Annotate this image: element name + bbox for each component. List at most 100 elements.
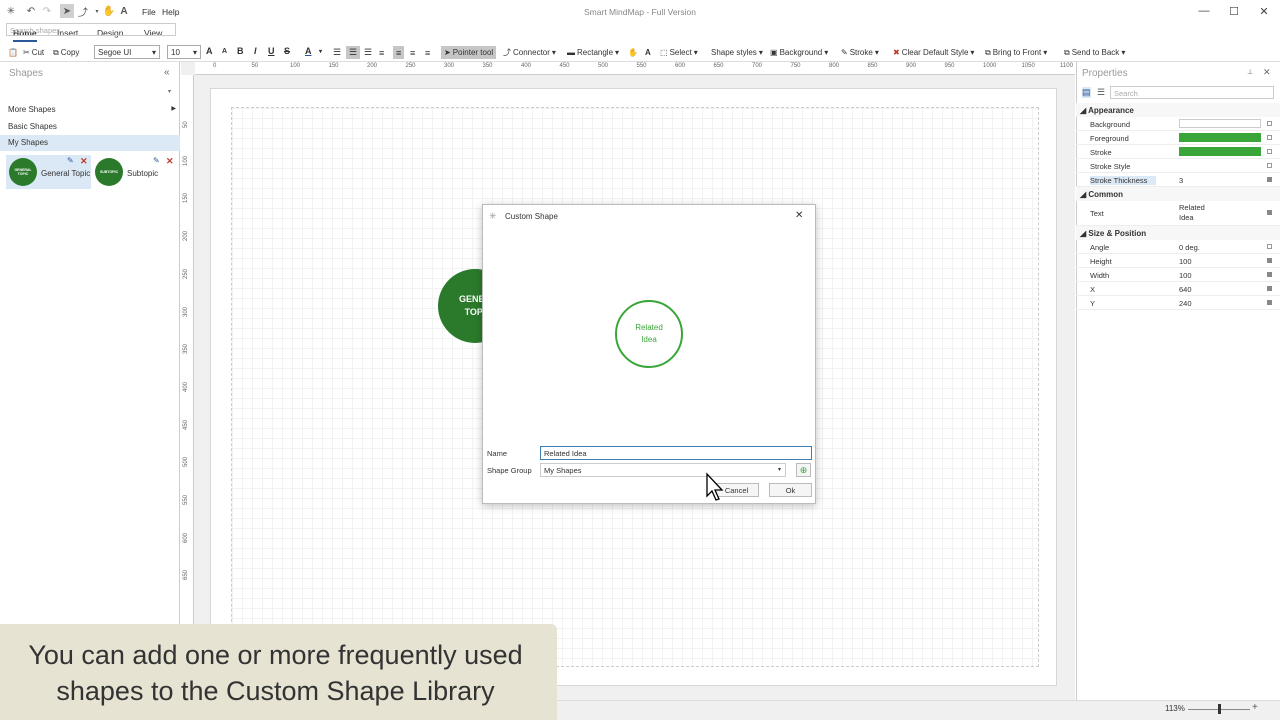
- close-panel-icon[interactable]: ✕: [1263, 67, 1271, 78]
- align-middle-icon[interactable]: ☰: [346, 46, 361, 59]
- property-text[interactable]: Text Related Idea: [1076, 201, 1280, 226]
- property-value[interactable]: 640: [1179, 285, 1192, 294]
- text-tool-icon[interactable]: A: [645, 46, 651, 59]
- connector-button[interactable]: ⤴ Connector ▾: [503, 46, 556, 59]
- stroke-color-swatch[interactable]: [1179, 147, 1261, 156]
- property-angle[interactable]: Angle 0 deg.: [1076, 240, 1280, 254]
- chevron-right-icon: ▶: [171, 106, 176, 112]
- close-window-icon[interactable]: ✕: [1254, 3, 1274, 19]
- shape-name-input[interactable]: Related Idea: [540, 446, 812, 460]
- align-left-icon[interactable]: ≡: [379, 46, 384, 59]
- strikethrough-button[interactable]: S: [284, 46, 290, 56]
- shape-group-value: My Shapes: [544, 466, 582, 475]
- collapse-panel-icon[interactable]: «: [164, 67, 170, 78]
- send-to-back-button[interactable]: ⧉ Send to Back ▾: [1064, 46, 1125, 59]
- delete-icon[interactable]: ✕: [80, 156, 88, 167]
- property-name: Stroke Thickness: [1090, 176, 1157, 185]
- bold-button[interactable]: B: [237, 46, 244, 56]
- ruler-tick-label: 300: [444, 63, 455, 69]
- property-stroke-style[interactable]: Stroke Style: [1076, 159, 1280, 173]
- property-width[interactable]: Width 100: [1076, 268, 1280, 282]
- property-background[interactable]: Background: [1076, 117, 1280, 131]
- zoom-in-icon[interactable]: +: [1252, 702, 1258, 713]
- shape-item-subtopic[interactable]: SUBTOPIC Subtopic ✎ ✕: [92, 155, 178, 189]
- properties-search-input[interactable]: Search: [1110, 86, 1274, 99]
- font-size-select[interactable]: 10 ▾: [167, 45, 201, 59]
- property-y[interactable]: Y 240: [1076, 296, 1280, 310]
- align-right-icon[interactable]: ≡: [410, 46, 415, 59]
- background-color-swatch[interactable]: [1179, 119, 1261, 128]
- zoom-slider-thumb[interactable]: [1218, 704, 1221, 714]
- category-appearance[interactable]: ◢ Appearance: [1076, 103, 1280, 117]
- pin-icon[interactable]: ⊥: [1247, 68, 1253, 76]
- property-value[interactable]: 3: [1179, 176, 1183, 185]
- rectangle-button[interactable]: ▬ Rectangle ▾: [567, 46, 619, 59]
- property-foreground[interactable]: Foreground: [1076, 131, 1280, 145]
- subtopic-thumbnail: SUBTOPIC: [95, 158, 123, 186]
- property-stroke-thickness[interactable]: Stroke Thickness 3: [1076, 173, 1280, 187]
- property-x[interactable]: X 640: [1076, 282, 1280, 296]
- clear-style-icon: ✖: [893, 48, 900, 57]
- property-value[interactable]: 240: [1179, 299, 1192, 308]
- shape-group-more-shapes[interactable]: More Shapes ▶: [0, 102, 180, 118]
- dialog-close-icon[interactable]: ✕: [795, 210, 803, 221]
- stroke-button[interactable]: ✎ Stroke ▾: [841, 46, 879, 59]
- italic-button[interactable]: I: [254, 46, 257, 56]
- delete-icon[interactable]: ✕: [166, 156, 174, 167]
- list-view-icon[interactable]: ☰: [1097, 87, 1105, 98]
- add-group-button[interactable]: ⊕: [796, 463, 811, 477]
- font-color-icon[interactable]: A: [305, 46, 312, 56]
- property-value-line1[interactable]: Related: [1179, 203, 1205, 212]
- ruler-tick-label: 500: [598, 63, 609, 69]
- cut-button[interactable]: ✂ Cut: [23, 46, 44, 59]
- categorized-view-icon[interactable]: ▤: [1082, 87, 1091, 98]
- property-value[interactable]: 0 deg.: [1179, 243, 1200, 252]
- property-marker-icon: [1267, 300, 1272, 305]
- ruler-tick-label: 0: [213, 63, 217, 69]
- category-size-position[interactable]: ◢ Size & Position: [1076, 226, 1280, 240]
- align-top-icon[interactable]: ☰: [333, 46, 341, 59]
- shapes-search-input[interactable]: Search shapes...: [6, 23, 176, 36]
- shape-group-basic-shapes[interactable]: Basic Shapes: [0, 119, 180, 135]
- ruler-tick-label: 900: [906, 63, 917, 69]
- edit-pencil-icon[interactable]: ✎: [67, 156, 74, 165]
- shape-group-select[interactable]: My Shapes ▾: [540, 463, 786, 477]
- search-dropdown-icon[interactable]: ▾: [168, 88, 171, 95]
- grow-font-icon[interactable]: A: [206, 46, 213, 56]
- property-value-line2[interactable]: Idea: [1179, 213, 1194, 222]
- edit-pencil-icon[interactable]: ✎: [153, 156, 160, 165]
- font-family-select[interactable]: Segoe UI ▾: [94, 45, 160, 59]
- shape-item-general-topic[interactable]: GENERAL TOPIC General Topic ✎ ✕: [6, 155, 91, 189]
- mouse-cursor-icon: [706, 472, 724, 501]
- underline-button[interactable]: U: [268, 46, 275, 56]
- category-common[interactable]: ◢ Common: [1076, 187, 1280, 201]
- pointer-tool-button[interactable]: ➤ Pointer tool: [441, 46, 497, 59]
- pan-hand-icon[interactable]: ✋: [628, 46, 638, 59]
- align-center-icon[interactable]: ≡: [393, 46, 405, 59]
- shape-group-my-shapes[interactable]: My Shapes: [0, 135, 180, 151]
- maximize-icon[interactable]: ☐: [1224, 3, 1244, 19]
- select-button[interactable]: ⬚ Select ▾: [660, 46, 698, 59]
- paste-icon[interactable]: 📋: [8, 46, 18, 59]
- ok-button[interactable]: Ok: [769, 483, 812, 497]
- property-marker-icon: [1267, 177, 1272, 182]
- minimize-icon[interactable]: —: [1194, 3, 1214, 19]
- clear-default-style-button[interactable]: ✖ Clear Default Style ▾: [893, 46, 974, 59]
- shrink-font-icon[interactable]: A: [222, 48, 227, 55]
- property-value[interactable]: 100: [1179, 257, 1192, 266]
- shape-styles-button[interactable]: Shape styles ▾: [711, 46, 763, 59]
- foreground-color-swatch[interactable]: [1179, 133, 1261, 142]
- pointer-tool-label: Pointer tool: [452, 48, 494, 57]
- bring-to-front-button[interactable]: ⧉ Bring to Front ▾: [985, 46, 1047, 59]
- copy-button[interactable]: ⧉ Copy: [53, 46, 79, 59]
- align-bottom-icon[interactable]: ☰: [364, 46, 372, 59]
- property-height[interactable]: Height 100: [1076, 254, 1280, 268]
- font-color-dropdown-icon[interactable]: ▾: [319, 48, 322, 55]
- send-to-back-label: Send to Back: [1071, 48, 1120, 57]
- property-name: Text: [1090, 209, 1104, 218]
- property-stroke[interactable]: Stroke: [1076, 145, 1280, 159]
- align-justify-icon[interactable]: ≡: [425, 46, 430, 59]
- select-icon: ⬚: [660, 48, 668, 57]
- background-button[interactable]: ▣ Background ▾: [770, 46, 828, 59]
- property-value[interactable]: 100: [1179, 271, 1192, 280]
